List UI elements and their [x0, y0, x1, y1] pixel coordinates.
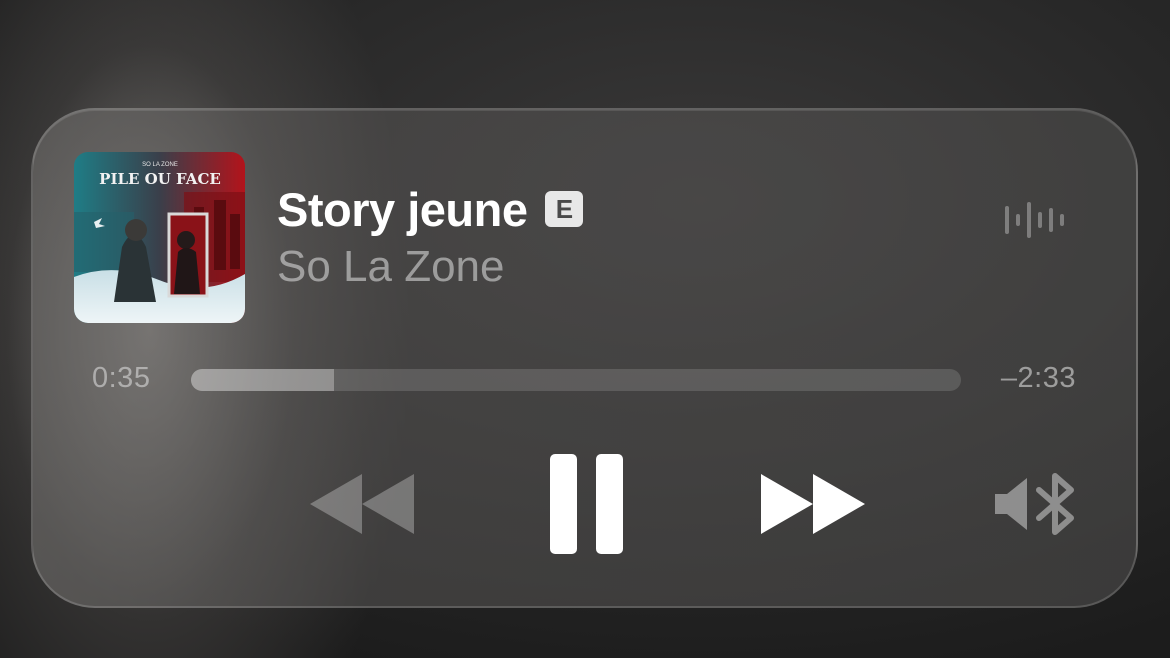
speaker-bluetooth-icon [995, 473, 1074, 535]
rewind-button[interactable] [308, 472, 418, 541]
pause-icon [550, 454, 623, 554]
artwork-album-title: PILE OU FACE [99, 170, 221, 188]
track-title-row: Story jeune E [277, 178, 584, 240]
audio-output-button[interactable] [993, 472, 1081, 541]
elapsed-time: 0:35 [92, 362, 151, 394]
album-artwork[interactable]: SO LA ZONE PILE OU FACE [74, 152, 245, 323]
explicit-badge: E [545, 191, 584, 227]
waveform-icon[interactable] [1001, 198, 1071, 242]
forward-button[interactable] [759, 472, 869, 541]
progress-bar[interactable] [191, 369, 961, 391]
backward-icon [310, 474, 414, 534]
track-title[interactable]: Story jeune [277, 182, 528, 237]
now-playing-widget: SO LA ZONE PILE OU FACE Story jeune E So… [31, 108, 1138, 608]
album-artwork-image: SO LA ZONE PILE OU FACE [74, 152, 245, 323]
remaining-time: –2:33 [1000, 362, 1076, 394]
pause-button[interactable] [548, 453, 626, 560]
forward-icon [761, 474, 865, 534]
artwork-artist-text: SO LA ZONE [142, 162, 178, 168]
artist-name[interactable]: So La Zone [277, 242, 505, 292]
progress-fill [191, 369, 335, 391]
